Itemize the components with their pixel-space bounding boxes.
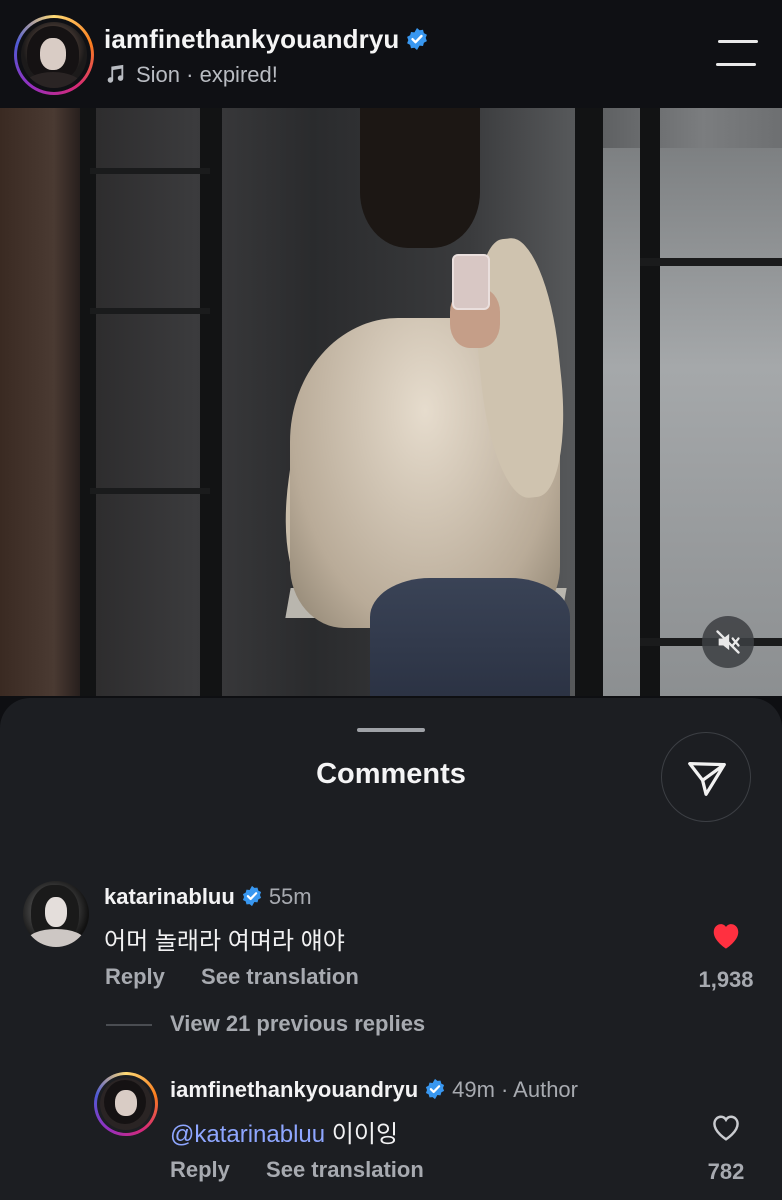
music-info[interactable]: Sion · expired! [104, 62, 278, 88]
reply-text: 이이잉 [325, 1121, 399, 1148]
verified-icon [242, 885, 261, 907]
reply-avatar[interactable] [94, 1072, 158, 1136]
reply-like[interactable]: 782 [686, 1112, 766, 1185]
view-replies-button[interactable]: View 21 previous replies [106, 1011, 425, 1037]
profile-avatar[interactable] [14, 15, 94, 95]
verified-icon [426, 1078, 445, 1100]
reply-user-row: iamfinethankyouandryu 49m · Author [170, 1077, 578, 1103]
share-button[interactable] [661, 732, 751, 822]
mute-icon [716, 630, 740, 654]
post-page: iamfinethankyouandryu Sion · expired! Co… [0, 0, 782, 1200]
comment-user-row: katarinabluu 55m [104, 884, 312, 910]
music-text: Sion · expired! [136, 62, 278, 87]
sheet-grabber[interactable] [357, 728, 425, 732]
mention-link[interactable]: @katarinabluu [170, 1121, 325, 1148]
post-header: iamfinethankyouandryu Sion · expired! [0, 0, 782, 108]
comments-sheet: Comments katarinabluu 55m 어머 놀래라 여며라 얘야 R… [0, 698, 782, 1200]
comment-text: 어머 놀래라 여며라 얘야 [104, 928, 345, 955]
like-count: 782 [707, 1159, 745, 1184]
send-icon [688, 761, 726, 796]
mute-button[interactable] [702, 616, 754, 668]
heart-icon[interactable] [709, 1112, 743, 1142]
like-count: 1,938 [698, 967, 754, 992]
comment-actions: Reply See translation [105, 964, 359, 990]
menu-icon[interactable] [716, 40, 758, 70]
reply-button[interactable]: Reply [170, 1157, 230, 1182]
verified-icon [407, 28, 428, 50]
header-username[interactable]: iamfinethankyouandryu [104, 24, 399, 54]
reply-actions: Reply See translation [170, 1157, 424, 1183]
post-photo[interactable] [0, 108, 782, 696]
reply-thread-line [106, 1024, 152, 1026]
reply-username[interactable]: iamfinethankyouandryu [170, 1077, 418, 1102]
see-translation-button[interactable]: See translation [266, 1157, 424, 1182]
reply-text-row: @katarinabluu 이이잉 [170, 1114, 398, 1149]
view-replies-label: View 21 previous replies [170, 1011, 426, 1036]
comment-like[interactable]: 1,938 [686, 920, 766, 993]
comment-username[interactable]: katarinabluu [104, 884, 235, 909]
reply-button[interactable]: Reply [105, 964, 165, 989]
music-note-icon [107, 64, 124, 83]
heart-icon[interactable] [709, 920, 743, 950]
see-translation-button[interactable]: See translation [201, 964, 359, 989]
comment-avatar[interactable] [23, 881, 89, 947]
header-username-row[interactable]: iamfinethankyouandryu [104, 24, 429, 55]
reply-time: 49m [452, 1077, 495, 1102]
author-tag: · Author [500, 1077, 578, 1102]
comment-time: 55m [268, 884, 312, 909]
phone-in-photo [452, 254, 490, 310]
